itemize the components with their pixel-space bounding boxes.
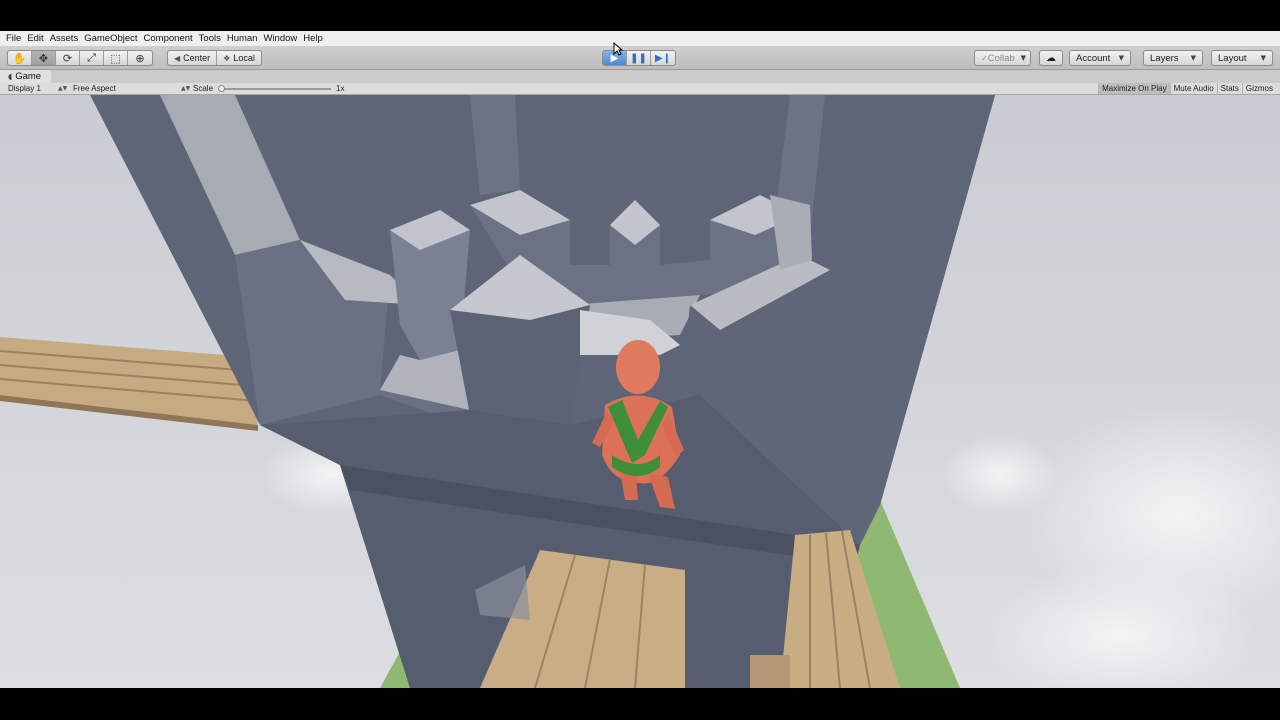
game-scene [0, 95, 1280, 688]
collab-check-icon: ✓ [981, 53, 988, 63]
stats-toggle[interactable]: Stats [1216, 83, 1242, 94]
chevron-down-icon: ▼ [1020, 54, 1027, 62]
menu-gameobject[interactable]: GameObject [83, 33, 142, 44]
scale-slider-thumb[interactable] [218, 85, 225, 92]
step-icon: ▶❙ [654, 52, 672, 64]
pivot-center-button[interactable]: ◀ Center [168, 51, 218, 65]
chevron-down-icon: ▼ [1190, 54, 1196, 62]
hand-tool-button[interactable]: ✋ [8, 51, 32, 65]
cloud-icon: ☁ [1046, 52, 1056, 64]
scale-tool-button[interactable]: ⤢ [80, 51, 104, 65]
step-button[interactable]: ▶❙ [651, 51, 675, 65]
tab-game-label: Game [15, 71, 42, 82]
main-toolbar: ✋ ✥ ⟳ ⤢ ⬚ ⊕ ◀ Center ❖ Local ▶ ❚❚ ▶❙ ✓ C… [0, 46, 1280, 70]
display-label: Display 1 [8, 84, 41, 93]
move-icon: ✥ [38, 51, 49, 65]
letterbox-top [0, 0, 1280, 31]
tab-bar: ◖ Game [0, 70, 1280, 83]
rect-tool-button[interactable]: ⬚ [104, 51, 128, 65]
scale-slider-track[interactable] [221, 88, 331, 90]
game-view-toggles: Maximize On Play Mute Audio Stats Gizmos [1098, 83, 1276, 94]
transform-tools: ✋ ✥ ⟳ ⤢ ⬚ ⊕ [7, 50, 153, 66]
human-head [616, 340, 660, 394]
menu-edit[interactable]: Edit [26, 33, 48, 44]
chevron-down-icon: ▲▼ [181, 85, 191, 92]
scale-label: Scale [193, 84, 214, 93]
cloud-button[interactable]: ☁ [1039, 50, 1063, 66]
tab-game[interactable]: ◖ Game [0, 70, 52, 83]
chevron-down-icon: ▼ [1118, 54, 1124, 62]
layout-label: Layout [1218, 52, 1247, 64]
cloud [940, 435, 1060, 515]
layers-dropdown[interactable]: Layers ▼ [1143, 50, 1203, 66]
aspect-dropdown[interactable]: Free Aspect [73, 83, 116, 94]
aspect-label: Free Aspect [73, 84, 116, 93]
game-view-toolbar: Display 1 ▲▼ Free Aspect ▲▼ Scale 1x Max… [0, 83, 1280, 95]
pivot-toggles: ◀ Center ❖ Local [167, 50, 262, 66]
menu-human[interactable]: Human [226, 33, 263, 44]
rotate-icon: ⟳ [62, 51, 73, 65]
mouse-cursor-icon [613, 42, 623, 56]
game-viewport[interactable] [0, 95, 1280, 688]
account-label: Account [1076, 52, 1111, 64]
scale-value: 1x [336, 84, 345, 93]
space-local-button[interactable]: ❖ Local [217, 51, 261, 65]
menu-tools[interactable]: Tools [198, 33, 226, 44]
menu-bar: File Edit Assets GameObject Component To… [0, 31, 1280, 46]
layout-dropdown[interactable]: Layout ▼ [1211, 50, 1273, 66]
move-tool-button[interactable]: ✥ [32, 51, 56, 65]
maximize-on-play-toggle[interactable]: Maximize On Play [1098, 83, 1170, 94]
transform-icon: ⊕ [135, 51, 145, 65]
account-dropdown[interactable]: Account ▼ [1069, 50, 1131, 66]
menu-window[interactable]: Window [262, 33, 302, 44]
gamepad-icon: ◖ [8, 72, 13, 81]
mute-audio-toggle[interactable]: Mute Audio [1169, 83, 1217, 94]
transform-tool-button[interactable]: ⊕ [128, 51, 152, 65]
layers-label: Layers [1150, 52, 1179, 64]
pause-button[interactable]: ❚❚ [627, 51, 651, 65]
menu-assets[interactable]: Assets [49, 33, 84, 44]
collab-label: Collab [987, 52, 1015, 64]
menu-help[interactable]: Help [302, 33, 328, 44]
letterbox-bottom [0, 688, 1280, 720]
display-dropdown[interactable]: Display 1 [8, 83, 41, 94]
hand-icon: ✋ [12, 51, 27, 65]
collab-button[interactable]: ✓ Collab ▼ [974, 50, 1031, 66]
chevron-down-icon: ▼ [1260, 54, 1266, 62]
pivot-label: Center [183, 53, 211, 63]
menu-component[interactable]: Component [143, 33, 198, 44]
pause-icon: ❚❚ [630, 52, 647, 64]
menu-file[interactable]: File [5, 33, 26, 44]
gizmos-toggle[interactable]: Gizmos [1241, 83, 1276, 94]
scale-icon: ⤢ [87, 51, 96, 64]
rotate-tool-button[interactable]: ⟳ [56, 51, 80, 65]
rect-icon: ⬚ [110, 51, 121, 65]
space-label: Local [233, 53, 255, 63]
pivot-icon: ◀ [174, 53, 181, 63]
local-space-icon: ❖ [223, 53, 231, 63]
chevron-down-icon: ▲▼ [58, 85, 68, 92]
